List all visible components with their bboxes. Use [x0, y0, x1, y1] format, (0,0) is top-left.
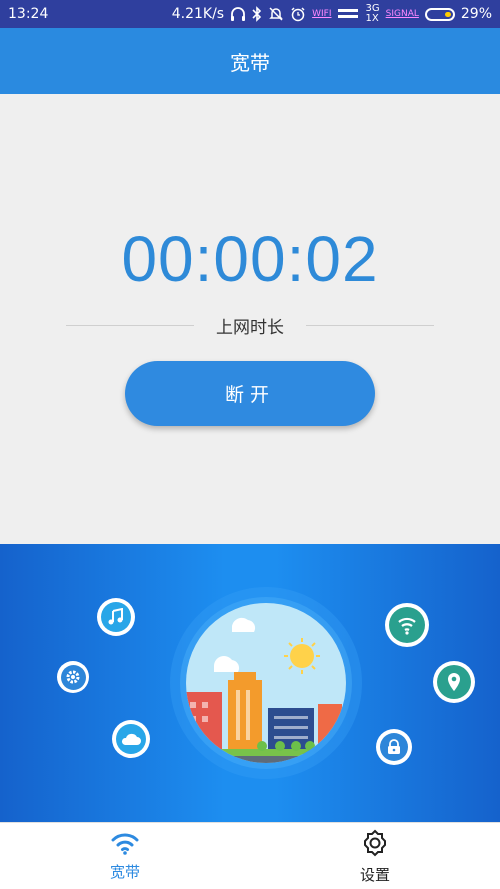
bluetooth-icon — [252, 6, 262, 22]
network-1x: 1X — [365, 13, 379, 24]
bottom-navigation: 宽带 设置 — [0, 822, 500, 889]
timer-caption-row: 上网时长 — [66, 313, 434, 338]
status-icons: 4.21K/s WIFI 3G 1X SIGNAL 29% — [172, 4, 492, 24]
wifi-indicator: WIFI — [312, 9, 332, 19]
tab-broadband[interactable]: 宽带 — [0, 823, 250, 889]
wifi-icon — [110, 831, 140, 859]
mute-icon — [268, 6, 284, 22]
settings-icon — [57, 661, 89, 693]
tab-settings-label: 设置 — [359, 865, 390, 884]
headphones-icon — [230, 7, 246, 21]
battery-percent: 29% — [460, 6, 492, 22]
timer-caption: 上网时长 — [216, 317, 284, 338]
divider-right — [306, 324, 434, 326]
title-bar: 宽带 — [0, 28, 500, 94]
cloud-icon — [112, 720, 150, 758]
wifi-icon — [385, 603, 429, 647]
page-title: 宽带 — [230, 50, 270, 75]
signal-bars-icon — [337, 7, 360, 21]
online-duration-timer: 00:00:02 — [121, 223, 379, 295]
music-icon — [97, 598, 135, 636]
signal-indicator: SIGNAL — [385, 9, 419, 19]
status-time: 13:24 — [8, 6, 49, 22]
gear-icon — [360, 828, 390, 862]
tab-settings[interactable]: 设置 — [250, 823, 500, 889]
network-type: 3G 1X — [366, 4, 380, 24]
illustration-panel — [0, 544, 500, 822]
alarm-icon — [290, 6, 306, 22]
battery-icon — [424, 7, 455, 21]
location-icon — [433, 661, 475, 703]
disconnect-button[interactable]: 断开 — [125, 361, 375, 426]
network-speed: 4.21K/s — [171, 6, 225, 22]
divider-left — [66, 324, 194, 326]
lock-icon — [376, 729, 412, 765]
status-bar: 13:24 4.21K/s WIFI 3G 1X SIGNAL 29% — [0, 0, 500, 28]
tab-broadband-label: 宽带 — [109, 862, 140, 881]
